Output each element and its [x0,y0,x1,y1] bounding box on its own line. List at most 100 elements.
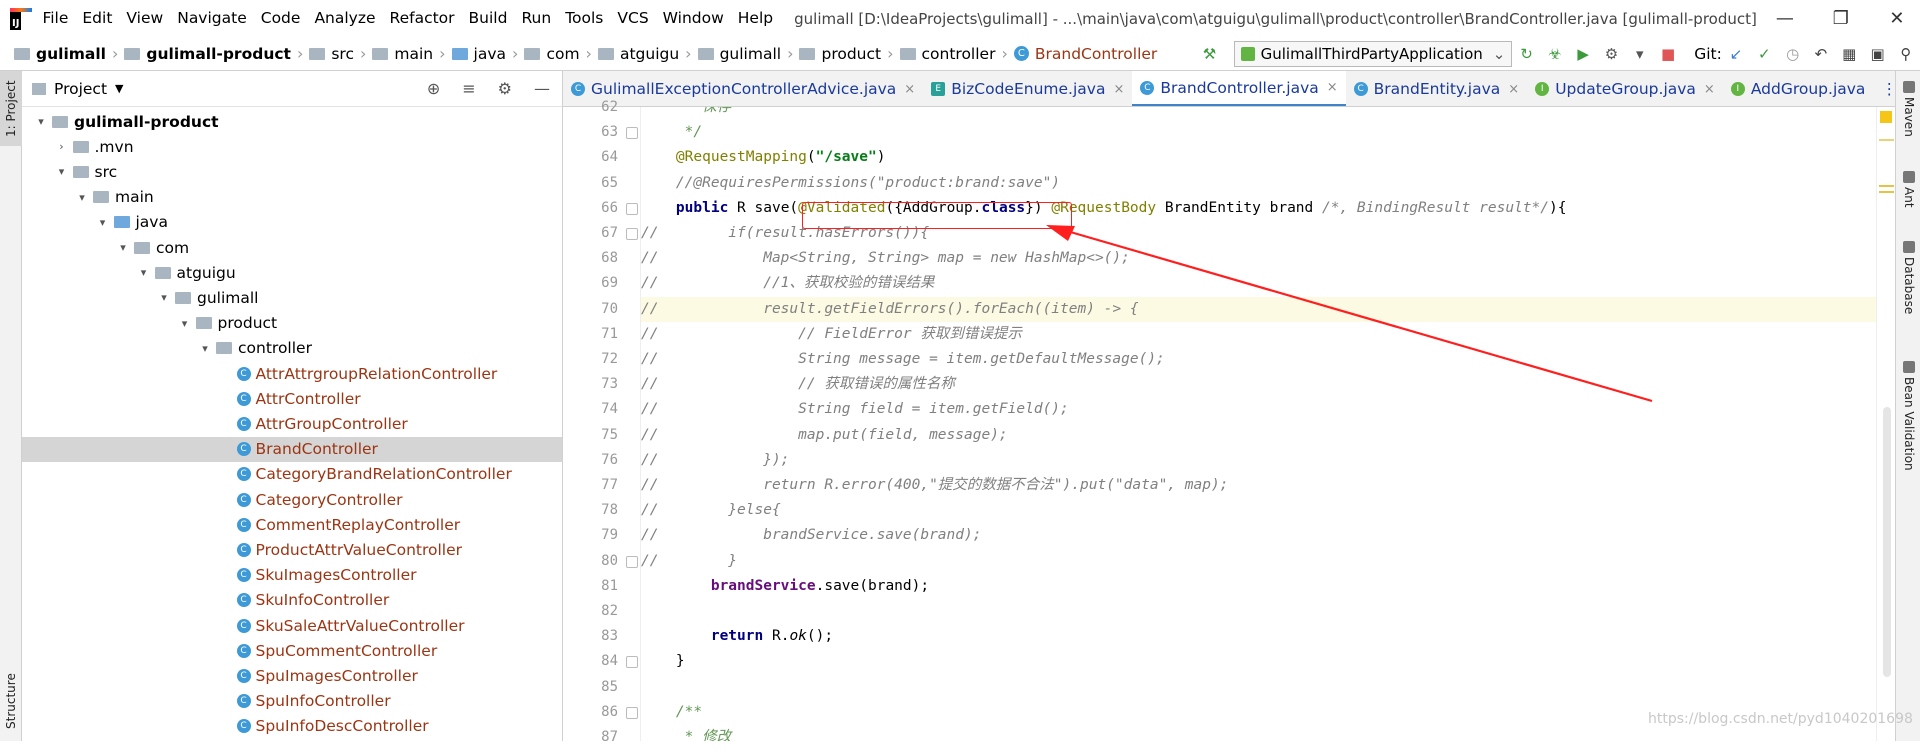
line-number[interactable]: 85 [568,675,618,700]
code-line[interactable]: @RequestMapping("/save") [641,145,1895,170]
tree-item[interactable]: C SpuInfoDescController [22,714,562,739]
line-number[interactable]: 78 [568,498,618,523]
editor-scrollbar[interactable] [1883,407,1891,677]
close-tab-icon[interactable]: × [1113,82,1124,97]
code-line[interactable]: // return R.error(400,"提交的数据不合法").put("d… [641,473,1895,498]
code-line[interactable]: * 保存 [641,107,1895,120]
line-number[interactable]: 73 [568,372,618,397]
tree-item[interactable]: C ProductAttrValueController [22,537,562,562]
code-line[interactable]: */ [641,120,1895,145]
tree-item[interactable]: C AttrController [22,386,562,411]
presentation-icon[interactable]: ▣ [1867,43,1887,65]
tree-item[interactable]: C CommentReplayController [22,512,562,537]
menu-window[interactable]: Window [656,0,731,37]
code-line[interactable]: // result.getFieldErrors().forEach((item… [641,296,1895,322]
tree-item[interactable]: ▾ java [22,210,562,235]
tree-item[interactable]: C AttrAttrgroupRelationController [22,361,562,386]
line-number[interactable]: 75 [568,423,618,448]
right-tool-tab-maven[interactable]: Maven [1898,81,1920,141]
locate-target-icon[interactable]: ⊕ [427,79,440,98]
right-tool-tab-bean-validation[interactable]: Bean Validation [1898,361,1920,531]
line-number[interactable]: 68 [568,246,618,271]
editor-tab[interactable]: E BizCodeEnume.java × [923,71,1132,106]
close-tab-icon[interactable]: × [1327,80,1338,95]
fold-marker-icon[interactable] [626,202,638,215]
profiler-icon[interactable]: ⚙ [1601,43,1621,65]
menu-help[interactable]: Help [731,0,780,37]
line-number[interactable]: 76 [568,448,618,473]
right-tool-tab-database[interactable]: Database [1898,241,1920,351]
code-line[interactable]: * 修改 [641,725,1895,741]
run-dropdown-icon[interactable]: ▾ [1630,43,1650,65]
git-history-icon[interactable]: ◷ [1782,43,1802,65]
gear-icon[interactable]: ⚙ [498,79,512,98]
restore-icon[interactable]: ❐ [1813,0,1869,37]
breadcrumb-item[interactable]: controller [896,45,1000,63]
run-with-coverage-icon[interactable]: ▶ [1573,43,1593,65]
editor-tab[interactable]: I AddGroup.java [1723,71,1874,106]
tree-item[interactable]: C SpuImagesController [22,663,562,688]
project-panel-title[interactable]: Project [54,80,107,98]
line-number[interactable]: 70 [568,297,618,322]
project-structure-icon[interactable]: ▦ [1839,43,1859,65]
code-line[interactable]: } [641,649,1895,674]
right-tool-tab-ant[interactable]: Ant [1898,171,1920,231]
expanded-arrow-icon[interactable]: ▾ [116,241,130,254]
editor-tab[interactable]: C BrandEntity.java × [1346,71,1528,106]
close-tab-icon[interactable]: × [1704,82,1715,97]
editor-tab[interactable]: I UpdateGroup.java × [1527,71,1723,106]
git-commit-icon[interactable]: ✓ [1754,43,1774,65]
code-line[interactable]: // Map<String, String> map = new HashMap… [641,246,1895,271]
editor-tab[interactable]: C BrandController.java × [1132,71,1346,106]
line-number[interactable]: 80 [568,549,618,574]
menu-refactor[interactable]: Refactor [383,0,462,37]
line-number[interactable]: 81 [568,574,618,599]
breadcrumb-item[interactable]: C BrandController [1010,45,1161,63]
tree-item[interactable]: C CategoryController [22,487,562,512]
project-tool-tab[interactable]: 1: Project [0,71,22,146]
tree-item[interactable]: ▾ main [22,185,562,210]
expanded-arrow-icon[interactable]: ▾ [198,342,212,355]
breadcrumb-item[interactable]: java [448,45,510,63]
tree-item[interactable]: C CategoryBrandRelationController [22,462,562,487]
tree-item[interactable]: ▾ com [22,235,562,260]
tree-item[interactable]: C SpuInfoController [22,689,562,714]
expanded-arrow-icon[interactable]: ▾ [96,216,110,229]
menu-vcs[interactable]: VCS [610,0,655,37]
hammer-build-icon[interactable]: ⚒ [1199,43,1219,65]
breadcrumb-item[interactable]: gulimall [10,45,110,63]
code-line[interactable] [641,675,1895,700]
breadcrumb-item[interactable]: gulimall-product [120,45,295,63]
fold-marker-icon[interactable] [626,228,638,240]
menu-analyze[interactable]: Analyze [307,0,382,37]
breadcrumb-item[interactable]: com [520,45,583,63]
line-number[interactable]: 83 [568,624,618,649]
line-number[interactable]: 82 [568,599,618,624]
stripe-mark[interactable] [1879,185,1894,187]
code-line[interactable]: // } [641,549,1895,574]
tree-item[interactable]: C BrandController [22,436,562,462]
fold-marker-icon[interactable] [626,656,638,669]
stripe-mark[interactable] [1879,139,1894,141]
expanded-arrow-icon[interactable]: ▾ [55,165,69,178]
fold-marker-icon[interactable] [626,706,638,719]
line-number[interactable]: 66 [568,196,618,221]
hide-panel-icon[interactable]: — [534,79,550,98]
search-icon[interactable]: ⚲ [1896,43,1916,65]
stripe-mark[interactable] [1879,191,1894,193]
line-number[interactable]: 69 [568,271,618,296]
git-update-icon[interactable]: ↙ [1726,43,1746,65]
tree-item[interactable]: ▾ atguigu [22,260,562,285]
line-number[interactable]: 67 [568,221,618,246]
code-line[interactable]: // // FieldError 获取到错误提示 [641,322,1895,347]
code-line[interactable]: //@RequiresPermissions("product:brand:sa… [641,171,1895,196]
expanded-arrow-icon[interactable]: ▾ [178,317,192,330]
close-window-icon[interactable]: ✕ [1869,0,1920,37]
code-line[interactable]: // }); [641,448,1895,473]
line-number[interactable]: 62 [568,95,618,120]
code-line[interactable]: return R.ok(); [641,624,1895,649]
menu-build[interactable]: Build [462,0,515,37]
breadcrumb-item[interactable]: main [368,45,437,63]
menu-run[interactable]: Run [514,0,558,37]
tree-item[interactable]: ▾ product [22,311,562,336]
